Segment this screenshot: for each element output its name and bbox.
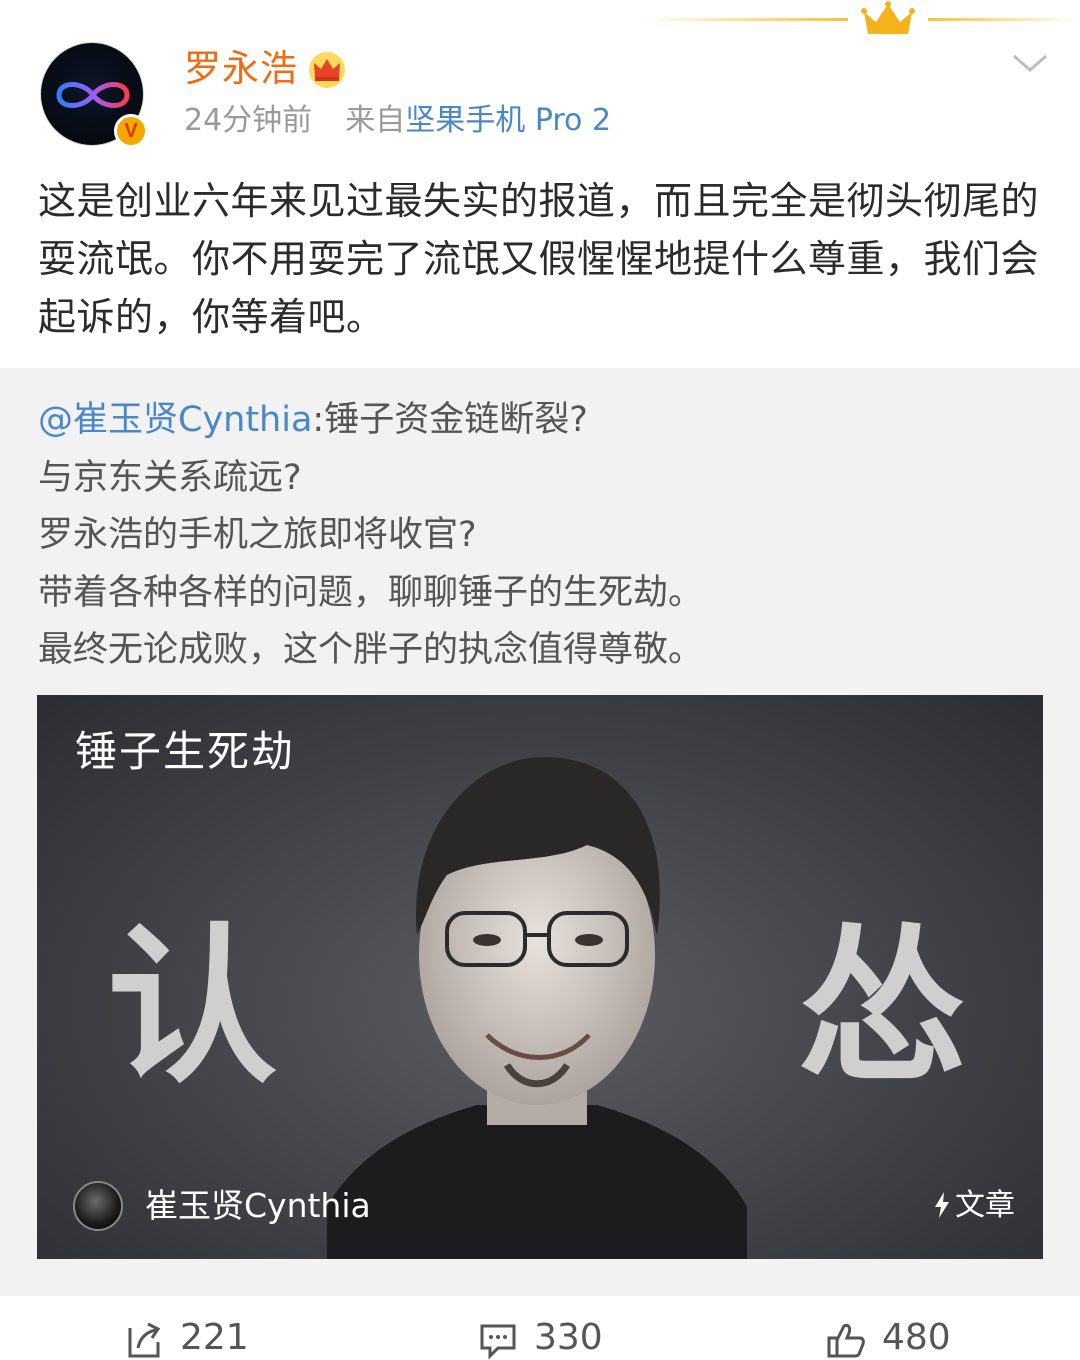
comment-count: 330 <box>534 1317 603 1358</box>
overlay-char-right: 怂 <box>797 909 968 1107</box>
crown-icon <box>861 1 915 34</box>
crown-icon <box>309 52 345 88</box>
article-tag-label: 文章 <box>955 1188 1015 1223</box>
bolt-icon <box>933 1179 951 1233</box>
action-bar: 221 330 480 <box>0 1300 1080 1360</box>
repost-line: 罗永浩的手机之旅即将收官? <box>38 515 477 555</box>
author-avatar <box>73 1181 123 1231</box>
author-name: 崔玉贤Cynthia <box>145 1186 371 1225</box>
top-decoration <box>640 1 1078 34</box>
overlay-char-left: 认 <box>107 909 278 1107</box>
post-time: 24分钟前 <box>184 103 313 138</box>
repost-line: :锤子资金链断裂? <box>312 400 588 440</box>
portrait-image <box>327 756 747 1259</box>
chevron-down-icon[interactable] <box>1010 50 1050 76</box>
verified-badge: V <box>114 114 148 148</box>
repost-count: 221 <box>180 1317 249 1358</box>
repost-text: @崔玉贤Cynthia:锤子资金链断裂? 与京东关系疏远? 罗永浩的手机之旅即将… <box>38 392 1048 680</box>
repost-icon <box>128 1322 161 1358</box>
comment-icon <box>480 1324 516 1360</box>
post-meta: 24分钟前 来自坚果手机 Pro 2 <box>184 100 611 142</box>
post-text: 这是创业六年来见过最失实的报道，而且完全是彻头彻尾的耍流氓。你不用耍完了流氓又假… <box>38 179 1040 339</box>
article-title: 锤子生死劫 <box>75 727 296 776</box>
mention-link[interactable]: @崔玉贤Cynthia <box>38 400 312 440</box>
repost-line: 最终无论成败，这个胖子的执念值得尊敬。 <box>38 630 704 670</box>
repost-line: 与京东关系疏远? <box>38 457 302 498</box>
source-link[interactable]: 坚果手机 Pro 2 <box>405 103 611 138</box>
like-count: 480 <box>882 1317 951 1358</box>
repost-line: 带着各种各样的问题，聊聊锤子的生死劫。 <box>38 572 704 613</box>
article-card[interactable]: 锤子生死劫 认 怂 崔玉贤Cynthia 文章 <box>37 695 1043 1259</box>
thumbs-up-icon <box>827 1323 865 1358</box>
article-tag: 文章 <box>933 1179 1015 1233</box>
repost-block[interactable]: @崔玉贤Cynthia:锤子资金链断裂? 与京东关系疏远? 罗永浩的手机之旅即将… <box>0 368 1080 1296</box>
source-prefix: 来自 <box>345 103 406 138</box>
user-avatar[interactable]: V <box>40 42 148 148</box>
username[interactable]: 罗永浩 <box>184 44 298 94</box>
